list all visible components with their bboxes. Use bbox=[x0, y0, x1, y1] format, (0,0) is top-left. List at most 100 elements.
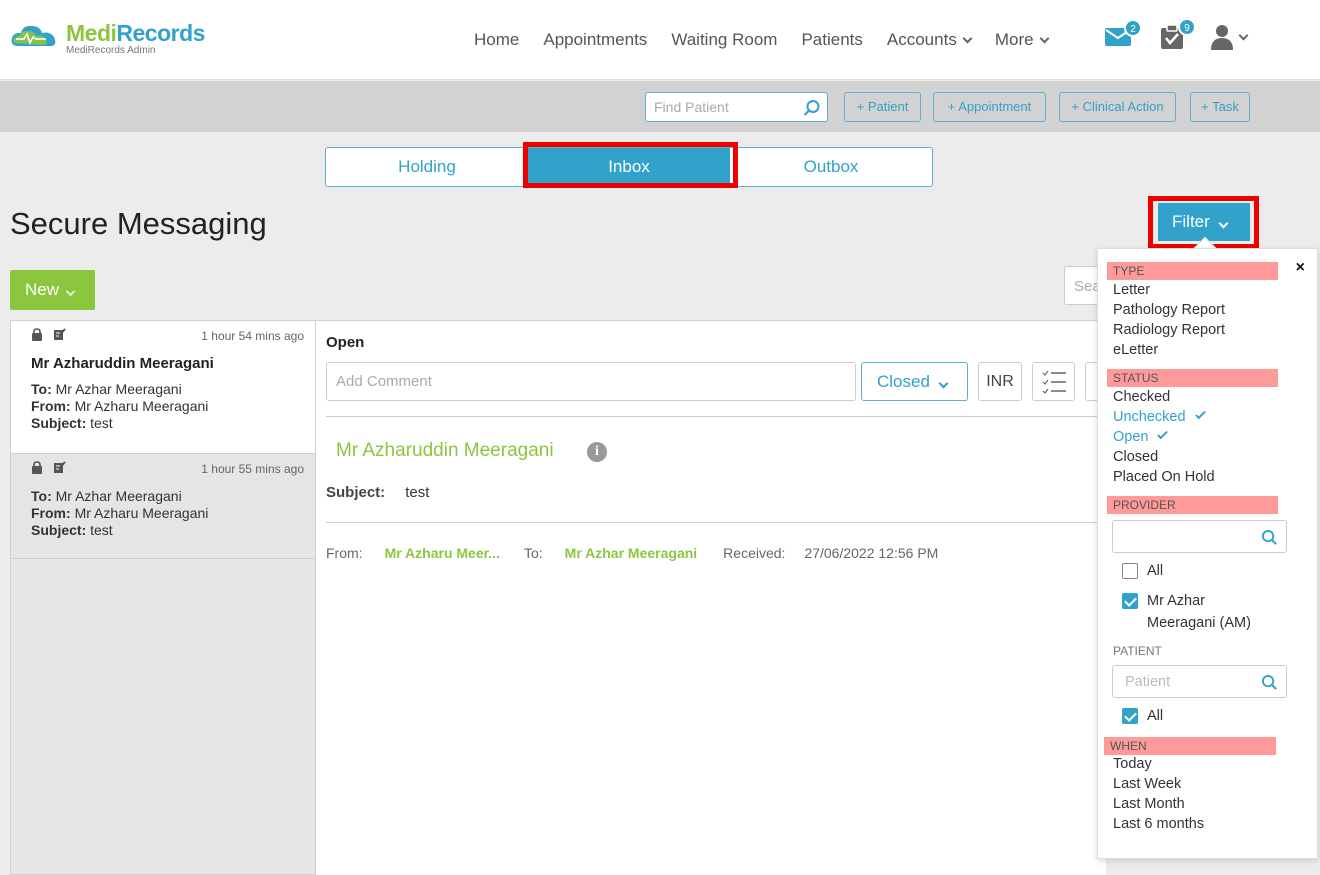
filter-status-unchecked[interactable]: Unchecked bbox=[1113, 408, 1206, 425]
new-button-label: New bbox=[25, 280, 60, 299]
subject-label: Subject: bbox=[31, 415, 87, 431]
search-icon bbox=[1261, 529, 1277, 545]
filter-provider-heading: PROVIDER bbox=[1107, 496, 1278, 514]
tab-holding[interactable]: Holding bbox=[326, 148, 528, 186]
nav-appointments[interactable]: Appointments bbox=[543, 30, 647, 50]
add-patient-button[interactable]: + Patient bbox=[844, 92, 921, 122]
page-title: Secure Messaging bbox=[10, 206, 267, 241]
lock-icon bbox=[32, 461, 42, 474]
message-status: Open bbox=[326, 334, 365, 351]
checkmark-icon bbox=[1194, 408, 1206, 420]
message-detail-pane: Open Add Comment Closed INR Mr Azharuddi… bbox=[316, 320, 1106, 875]
brand-name: MediRecords bbox=[66, 22, 205, 45]
detail-from-label: From: bbox=[326, 545, 363, 561]
add-clinical-action-button[interactable]: + Clinical Action bbox=[1059, 92, 1176, 122]
cloud-logo-icon bbox=[10, 22, 60, 48]
chevron-down-icon bbox=[962, 33, 973, 43]
nav-accounts[interactable]: Accounts bbox=[886, 30, 973, 50]
detail-received-label: Received: bbox=[723, 545, 786, 561]
patient-all-label: All bbox=[1147, 708, 1164, 724]
mail-count-badge: 2 bbox=[1124, 19, 1142, 37]
new-message-button[interactable]: New bbox=[10, 270, 95, 310]
mail-button[interactable]: 2 bbox=[1105, 19, 1142, 53]
message-time: 1 hour 54 mins ago bbox=[201, 329, 304, 343]
lock-icon bbox=[32, 328, 42, 341]
checklist-button[interactable] bbox=[1032, 362, 1075, 401]
chevron-down-icon bbox=[938, 378, 949, 389]
inr-button[interactable]: INR bbox=[978, 362, 1022, 401]
nav-waiting-room-label: Waiting Room bbox=[671, 30, 778, 49]
close-icon[interactable]: × bbox=[1296, 259, 1305, 277]
search-icon bbox=[1261, 674, 1277, 690]
filter-status-closed[interactable]: Closed bbox=[1113, 449, 1158, 465]
list-item[interactable]: 1 hour 55 mins ago To: Mr Azhar Meeragan… bbox=[11, 454, 315, 559]
highlight-box-inbox bbox=[523, 142, 738, 188]
filter-when-last-month[interactable]: Last Month bbox=[1113, 796, 1185, 812]
nav-home-label: Home bbox=[474, 30, 520, 49]
status-dropdown[interactable]: Closed bbox=[861, 362, 968, 401]
find-patient-field[interactable] bbox=[645, 92, 828, 122]
brand-name-part1: Medi bbox=[66, 20, 117, 46]
user-menu[interactable] bbox=[1211, 24, 1249, 50]
add-comment-input[interactable]: Add Comment bbox=[326, 362, 856, 401]
filter-when-last-6-months[interactable]: Last 6 months bbox=[1113, 816, 1204, 832]
brand-name-part2: Records bbox=[116, 20, 205, 46]
provider-search-input[interactable] bbox=[1112, 520, 1287, 553]
message-sender-name: Mr Azharuddin Meeragani bbox=[31, 355, 214, 372]
message-time: 1 hour 55 mins ago bbox=[201, 462, 304, 476]
nav-more[interactable]: More bbox=[994, 30, 1050, 50]
detail-to[interactable]: Mr Azhar Meeragani bbox=[565, 545, 698, 561]
nav-more-label: More bbox=[994, 30, 1034, 49]
info-icon[interactable]: i bbox=[587, 442, 607, 462]
add-appointment-button[interactable]: + Appointment bbox=[933, 92, 1046, 122]
filter-status-placed-on-hold[interactable]: Placed On Hold bbox=[1113, 469, 1215, 485]
checklist-icon bbox=[1042, 370, 1066, 394]
filter-type-eletter[interactable]: eLetter bbox=[1113, 342, 1158, 358]
message-subject: test bbox=[90, 522, 113, 538]
detail-subject-label: Subject: bbox=[326, 484, 386, 501]
tasks-button[interactable]: 9 bbox=[1160, 18, 1196, 55]
detail-sender-name[interactable]: Mr Azharuddin Meeragani bbox=[336, 440, 554, 462]
from-label: From: bbox=[31, 398, 71, 414]
filter-when-today[interactable]: Today bbox=[1113, 756, 1152, 772]
find-patient-input[interactable] bbox=[646, 93, 796, 121]
top-navbar: MediRecords MediRecords Admin Home Appoi… bbox=[0, 0, 1320, 80]
add-task-button[interactable]: + Task bbox=[1190, 92, 1250, 122]
nav-accounts-label: Accounts bbox=[886, 30, 957, 49]
filter-when-last-week[interactable]: Last Week bbox=[1113, 776, 1181, 792]
checkmark-icon bbox=[1157, 428, 1169, 440]
filter-type-radiology-report[interactable]: Radiology Report bbox=[1113, 322, 1225, 338]
patient-all-checkbox[interactable] bbox=[1122, 708, 1138, 724]
filter-type-pathology-report[interactable]: Pathology Report bbox=[1113, 302, 1225, 318]
filter-panel: × TYPE Letter Pathology Report Radiology… bbox=[1097, 248, 1318, 859]
filter-type-heading: TYPE bbox=[1107, 262, 1278, 280]
message-to: Mr Azhar Meeragani bbox=[55, 488, 182, 504]
patient-search-placeholder: Patient bbox=[1125, 674, 1171, 690]
tab-outbox[interactable]: Outbox bbox=[730, 148, 932, 186]
filter-status-unchecked-label: Unchecked bbox=[1113, 409, 1186, 425]
list-item[interactable]: 1 hour 54 mins ago Mr Azharuddin Meeraga… bbox=[11, 321, 315, 454]
patient-search-input[interactable]: Patient bbox=[1112, 665, 1287, 698]
nav-patients-label: Patients bbox=[801, 30, 863, 49]
logo[interactable]: MediRecords MediRecords Admin bbox=[10, 22, 205, 56]
nav-patients[interactable]: Patients bbox=[801, 30, 862, 50]
detail-subject-row: Subject: test bbox=[326, 484, 429, 501]
message-from: Mr Azharu Meeragani bbox=[74, 398, 209, 414]
nav-home[interactable]: Home bbox=[474, 30, 519, 50]
provider-all-checkbox[interactable] bbox=[1122, 563, 1138, 579]
filter-status-checked[interactable]: Checked bbox=[1113, 389, 1170, 405]
filter-status-open[interactable]: Open bbox=[1113, 428, 1169, 445]
from-label: From: bbox=[31, 505, 71, 521]
search-icon[interactable] bbox=[803, 99, 821, 117]
action-toolbar: + Patient + Appointment + Clinical Actio… bbox=[0, 81, 1320, 132]
chevron-down-icon bbox=[65, 286, 76, 297]
filter-type-letter[interactable]: Letter bbox=[1113, 282, 1150, 298]
detail-from[interactable]: Mr Azharu Meer... bbox=[385, 545, 500, 561]
status-dropdown-label: Closed bbox=[877, 372, 930, 391]
to-label: To: bbox=[31, 381, 52, 397]
nav-waiting-room[interactable]: Waiting Room bbox=[671, 30, 777, 50]
provider-checkbox[interactable] bbox=[1122, 593, 1138, 609]
chevron-down-icon bbox=[1039, 33, 1050, 43]
divider bbox=[326, 416, 1106, 417]
provider-all-label: All bbox=[1147, 563, 1164, 579]
